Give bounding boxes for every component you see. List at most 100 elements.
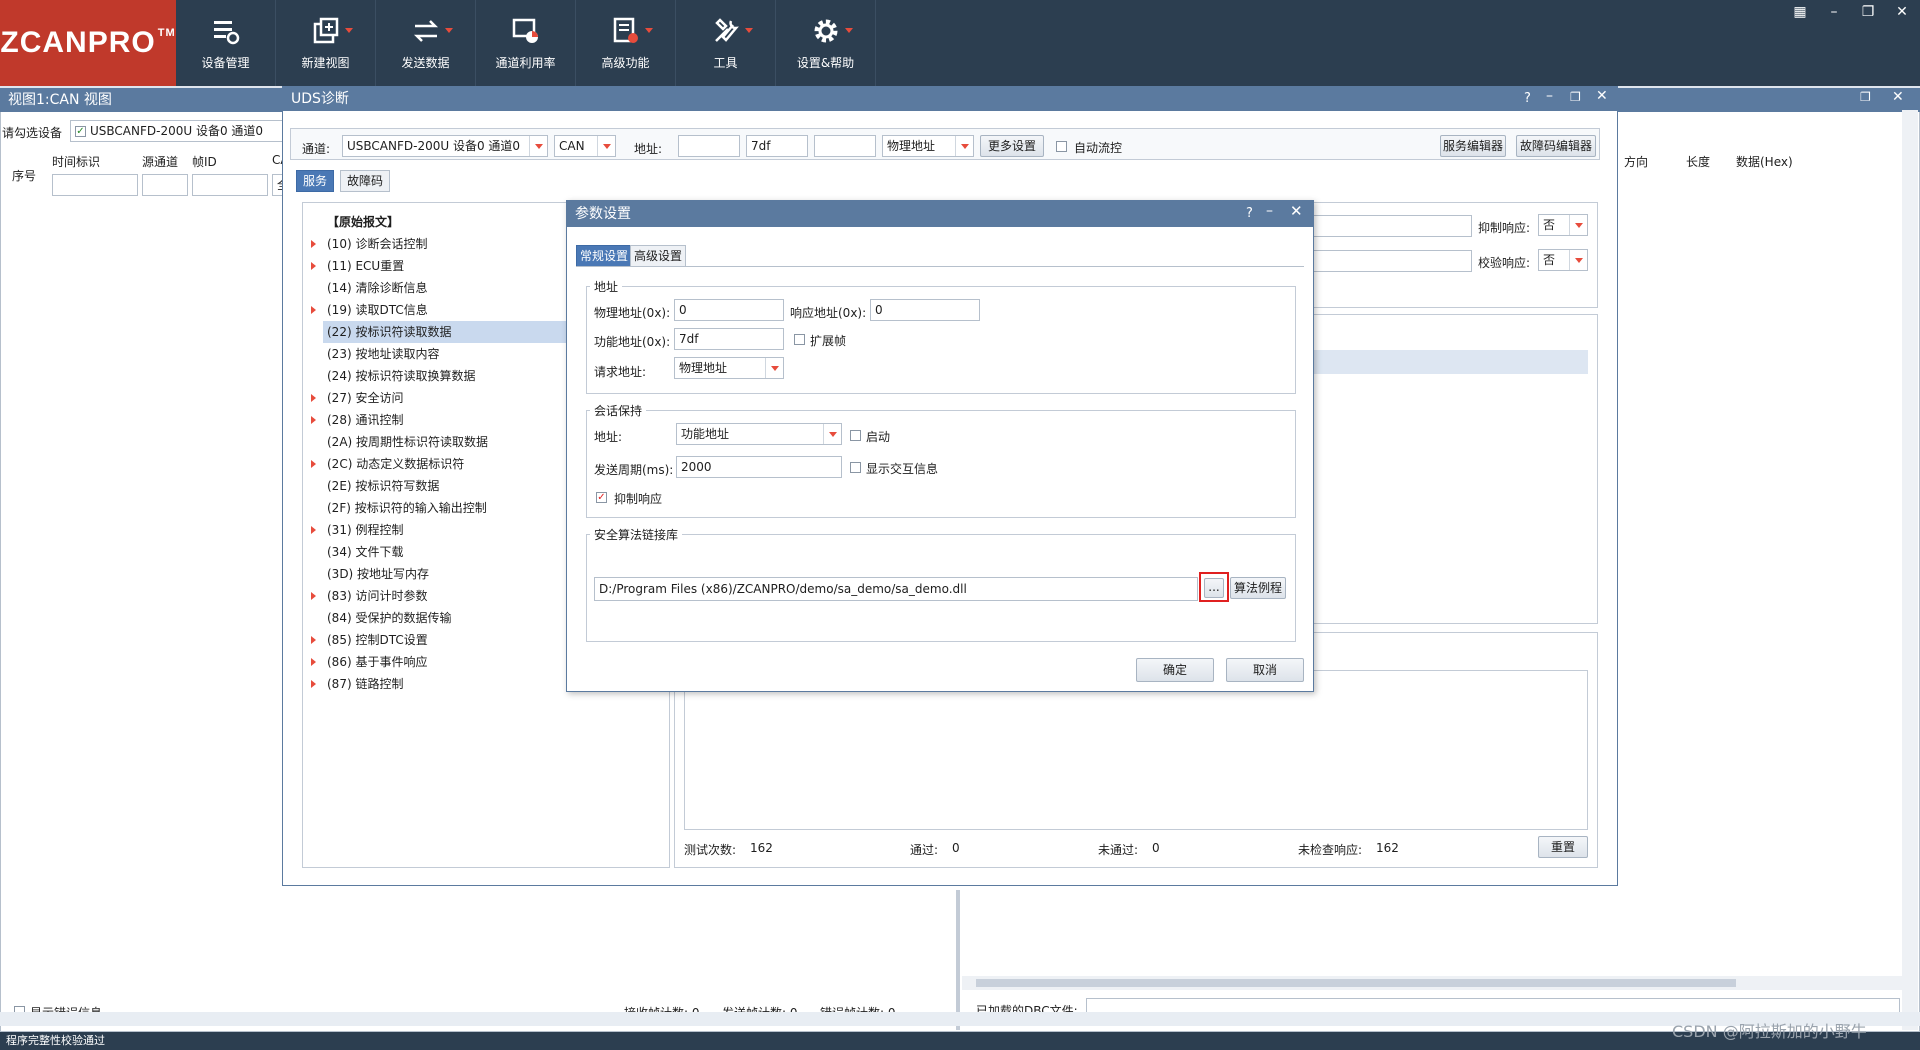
selected-row[interactable] xyxy=(1312,350,1588,374)
show-info-checkbox[interactable] xyxy=(850,462,861,473)
tab-advanced[interactable]: 高级设置 xyxy=(630,245,687,267)
param-field-2[interactable] xyxy=(1310,250,1472,272)
reset-button[interactable]: 重置 xyxy=(1538,836,1588,858)
tree-item[interactable]: (27) 安全访问 xyxy=(327,387,403,409)
splitter[interactable] xyxy=(956,890,960,1030)
frameid-filter[interactable] xyxy=(192,174,268,196)
close-icon[interactable]: ✕ xyxy=(1596,88,1608,104)
resp-addr-input[interactable]: 0 xyxy=(870,299,980,321)
tree-item[interactable]: (83) 访问计时参数 xyxy=(327,585,427,607)
tree-item[interactable]: (3D) 按地址写内存 xyxy=(327,563,429,585)
tree-item[interactable]: (2F) 按标识符的输入输出控制 xyxy=(327,497,487,519)
device-checkbox[interactable]: ✓ xyxy=(75,126,86,137)
toolbar-settings-help[interactable]: 设置&帮助 xyxy=(776,0,876,86)
session-addr-select[interactable]: 功能地址 xyxy=(676,423,842,445)
device-select[interactable]: ✓ USBCANFD-200U 设备0 通道0 xyxy=(70,120,284,142)
suppress-select[interactable]: 否 xyxy=(1538,214,1588,236)
browse-button[interactable]: ... xyxy=(1204,578,1224,598)
minimize-icon[interactable]: – xyxy=(1546,88,1553,104)
addr-field-3[interactable] xyxy=(814,135,876,157)
tree-item[interactable]: (22) 按标识符读取数据 xyxy=(327,321,451,343)
minimize-icon[interactable]: – xyxy=(1820,2,1848,22)
horizontal-scrollbar[interactable] xyxy=(962,976,1902,990)
suppress-checkbox[interactable]: ✓ xyxy=(596,492,607,503)
tree-item[interactable]: (11) ECU重置 xyxy=(327,255,404,277)
tab-service[interactable]: 服务 xyxy=(296,170,335,192)
tab-dtc[interactable]: 故障码 xyxy=(340,170,391,192)
tree-item[interactable]: (2E) 按标识符写数据 xyxy=(327,475,439,497)
start-checkbox[interactable] xyxy=(850,430,861,441)
dll-path-input[interactable]: D:/Program Files (x86)/ZCANPRO/demo/sa_d… xyxy=(594,577,1198,601)
toolbar-channel-usage[interactable]: 通道利用率 xyxy=(476,0,576,86)
more-settings-button[interactable]: 更多设置 xyxy=(980,135,1044,157)
service-editor-button[interactable]: 服务编辑器 xyxy=(1440,135,1506,157)
restore-icon[interactable]: ❐ xyxy=(1854,2,1882,22)
phys-addr-label: 物理地址(0x): xyxy=(594,306,671,320)
tree-item[interactable]: (2A) 按周期性标识符读取数据 xyxy=(327,431,488,453)
tree-item[interactable]: (2C) 动态定义数据标识符 xyxy=(327,453,464,475)
tree-item[interactable]: (28) 通讯控制 xyxy=(327,409,403,431)
expand-arrow-icon[interactable] xyxy=(311,460,316,468)
tests-value: 162 xyxy=(750,841,773,855)
tree-item[interactable]: (85) 控制DTC设置 xyxy=(327,629,428,651)
tree-item[interactable]: (87) 链路控制 xyxy=(327,673,403,695)
auto-flow-checkbox[interactable] xyxy=(1056,141,1067,152)
channel-select[interactable]: USBCANFD-200U 设备0 通道0 xyxy=(342,135,548,157)
algorithm-demo-button[interactable]: 算法例程 xyxy=(1230,577,1286,599)
start-label: 启动 xyxy=(866,430,891,444)
addr-field-1[interactable] xyxy=(678,135,740,157)
close-icon[interactable]: ✕ xyxy=(1290,202,1303,220)
tree-item[interactable]: (31) 例程控制 xyxy=(327,519,403,541)
tree-item[interactable]: (86) 基于事件响应 xyxy=(327,651,427,673)
restore-icon[interactable]: ❐ xyxy=(1860,90,1871,104)
help-icon[interactable]: ? xyxy=(1524,91,1531,106)
req-addr-select[interactable]: 物理地址 xyxy=(674,357,784,379)
layout-icon[interactable]: ▦ xyxy=(1786,2,1814,22)
toolbar-send-data[interactable]: 发送数据 xyxy=(376,0,476,86)
close-icon[interactable]: ✕ xyxy=(1892,89,1904,105)
tab-general[interactable]: 常规设置 xyxy=(576,245,633,267)
close-icon[interactable]: ✕ xyxy=(1888,2,1916,22)
ext-frame-checkbox[interactable] xyxy=(794,334,805,345)
toolbar-new-view[interactable]: 新建视图 xyxy=(276,0,376,86)
tree-item[interactable]: (24) 按标识符读取换算数据 xyxy=(327,365,475,387)
tree-item[interactable]: (84) 受保护的数据传输 xyxy=(327,607,451,629)
toolbar-device-manage[interactable]: 设备管理 xyxy=(176,0,276,86)
tree-item[interactable]: (23) 按地址读取内容 xyxy=(327,343,439,365)
func-addr-input[interactable]: 7df xyxy=(674,328,784,350)
bottom-scrollbar[interactable] xyxy=(0,1012,1920,1026)
restore-icon[interactable]: ❐ xyxy=(1570,90,1581,104)
phys-addr-input[interactable]: 0 xyxy=(674,299,784,321)
tree-item[interactable]: (14) 清除诊断信息 xyxy=(327,277,427,299)
verify-select[interactable]: 否 xyxy=(1538,249,1588,271)
expand-arrow-icon[interactable] xyxy=(311,416,316,424)
expand-arrow-icon[interactable] xyxy=(311,394,316,402)
expand-arrow-icon[interactable] xyxy=(311,240,316,248)
vertical-scrollbar[interactable] xyxy=(1902,110,1918,1030)
tree-item[interactable]: (10) 诊断会话控制 xyxy=(327,233,427,255)
dtc-editor-button[interactable]: 故障码编辑器 xyxy=(1516,135,1596,157)
ok-button[interactable]: 确定 xyxy=(1136,658,1214,682)
time-filter[interactable] xyxy=(52,174,138,196)
toolbar-advanced[interactable]: 高级功能 xyxy=(576,0,676,86)
tree-item[interactable]: 【原始报文】 xyxy=(327,211,399,233)
addr-type-select[interactable]: 物理地址 xyxy=(882,135,974,157)
minimize-icon[interactable]: – xyxy=(1266,203,1273,219)
expand-arrow-icon[interactable] xyxy=(311,658,316,666)
cancel-button[interactable]: 取消 xyxy=(1226,658,1304,682)
src-filter[interactable] xyxy=(142,174,188,196)
help-icon[interactable]: ? xyxy=(1246,206,1253,221)
tree-item[interactable]: (19) 读取DTC信息 xyxy=(327,299,428,321)
addr-field-2[interactable]: 7df xyxy=(746,135,808,157)
expand-arrow-icon[interactable] xyxy=(311,636,316,644)
expand-arrow-icon[interactable] xyxy=(311,592,316,600)
expand-arrow-icon[interactable] xyxy=(311,526,316,534)
expand-arrow-icon[interactable] xyxy=(311,306,316,314)
param-field-1[interactable] xyxy=(1310,215,1472,237)
protocol-select[interactable]: CAN xyxy=(554,135,616,157)
toolbar-tools[interactable]: 工具 xyxy=(676,0,776,86)
expand-arrow-icon[interactable] xyxy=(311,262,316,270)
period-input[interactable]: 2000 xyxy=(676,456,842,478)
tree-item[interactable]: (34) 文件下载 xyxy=(327,541,403,563)
expand-arrow-icon[interactable] xyxy=(311,680,316,688)
